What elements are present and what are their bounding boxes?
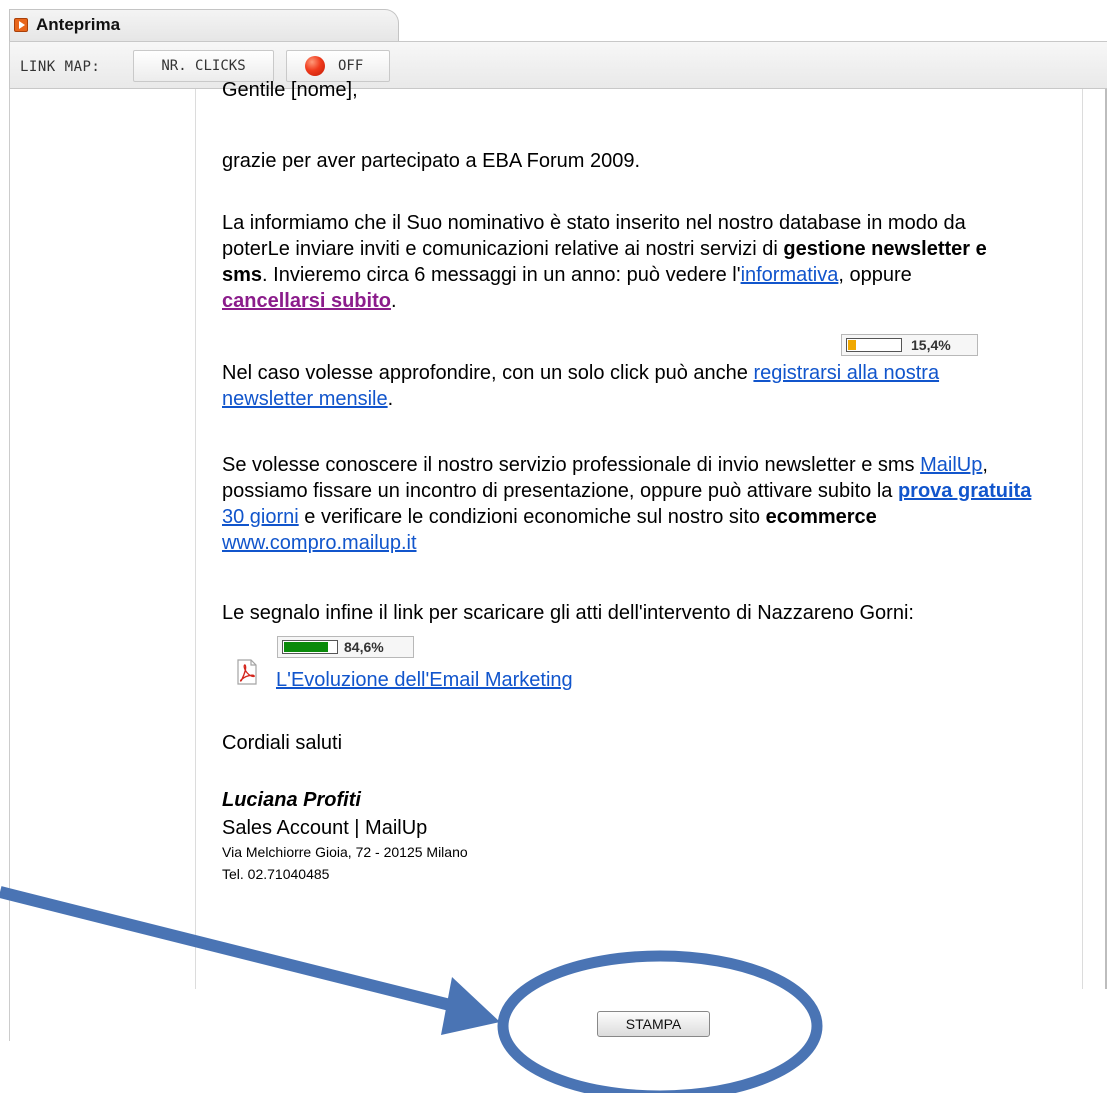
paragraph-thanks: grazie per aver partecipato a EBA Forum … — [222, 150, 641, 172]
informativa-link[interactable]: informativa — [741, 264, 839, 286]
annotation-arrow-line — [0, 886, 472, 1016]
signature-address: Via Melchiorre Gioia, 72 - 20125 Milano — [222, 844, 468, 860]
preview-tab[interactable]: Anteprima — [9, 9, 399, 41]
email-greeting: Gentile [nome], — [222, 79, 358, 101]
paragraph-info: La informiamo che il Suo nominativo è st… — [222, 212, 987, 312]
signature-tel: Tel. 02.71040485 — [222, 866, 330, 882]
unsubscribe-link[interactable]: cancellarsi subito — [222, 290, 391, 312]
signature-role: Sales Account | MailUp — [222, 817, 428, 839]
link-stat-badge: 84,6% — [277, 636, 414, 658]
annotation-arrow-head — [441, 977, 500, 1035]
click-rate-bar — [282, 640, 338, 654]
status-dot-icon — [305, 56, 325, 76]
link-map-toolbar: LINK MAP: NR. CLICKS OFF — [9, 41, 1107, 89]
email-border-left — [195, 89, 196, 989]
tab-title: Anteprima — [36, 15, 121, 34]
paragraph-download: Le segnalo infine il link per scaricare … — [222, 602, 914, 624]
print-button[interactable]: STAMPA — [597, 1011, 710, 1037]
email-border-right — [1082, 89, 1083, 989]
click-rate-label: 15,4% — [911, 337, 951, 353]
click-rate-fill — [848, 340, 856, 350]
pdf-download-link[interactable]: L'Evoluzione dell'Email Marketing — [276, 667, 573, 693]
link-map-label: LINK MAP: — [20, 59, 101, 75]
paragraph-mailup: Se volesse conoscere il nostro servizio … — [222, 454, 1032, 554]
click-rate-label: 84,6% — [344, 639, 384, 655]
play-icon — [14, 18, 28, 32]
click-rate-fill — [284, 642, 328, 652]
click-rate-bar — [846, 338, 902, 352]
signature-name: Luciana Profiti — [222, 789, 361, 811]
pdf-icon — [237, 659, 257, 685]
link-stat-badge: 15,4% — [841, 334, 978, 356]
frame-border-left — [9, 89, 10, 1041]
ecommerce-site-link[interactable]: www.compro.mailup.it — [222, 532, 417, 554]
mailup-link[interactable]: MailUp — [920, 454, 982, 476]
closing-text: Cordiali saluti — [222, 732, 343, 754]
paragraph-subscribe: Nel caso volesse approfondire, con un so… — [222, 362, 940, 410]
